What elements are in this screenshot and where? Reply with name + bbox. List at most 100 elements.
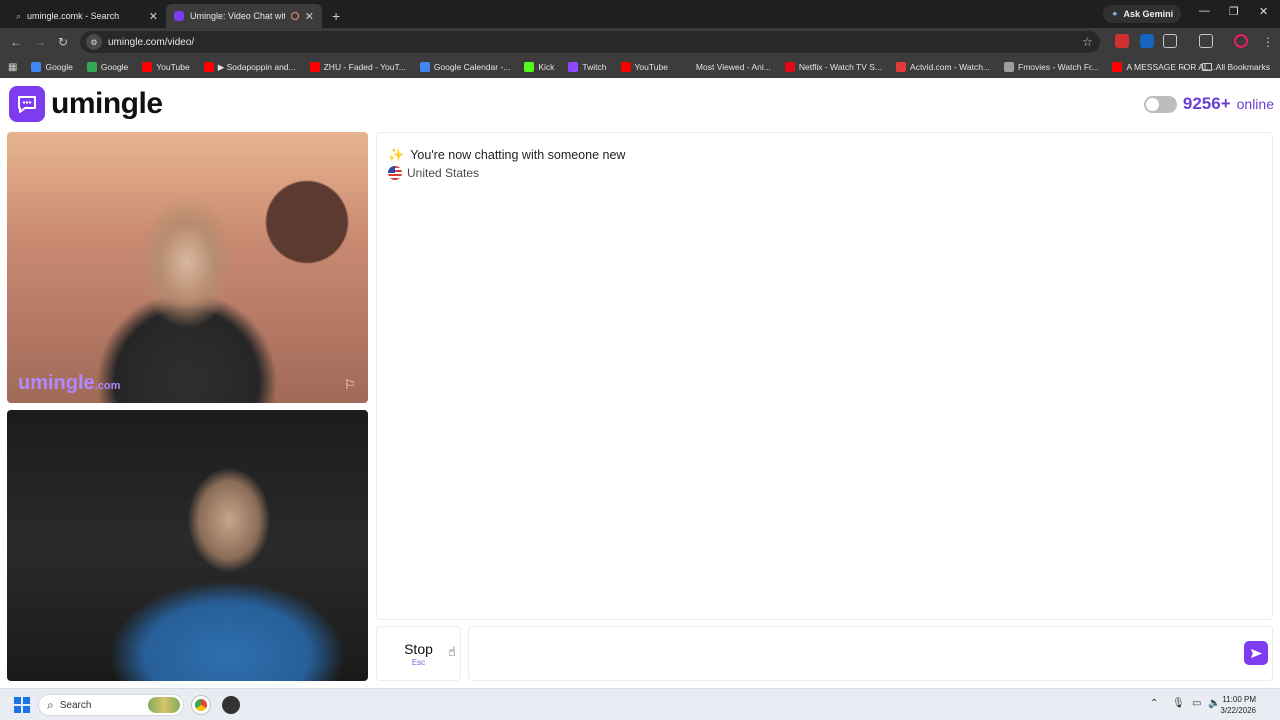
volume-icon[interactable]: 🔈 — [1208, 698, 1220, 709]
tray-chevron-icon[interactable]: ⌃ — [1150, 698, 1158, 709]
bookmark-item[interactable]: YouTube — [620, 62, 668, 72]
site-info-icon[interactable]: ⚙ — [86, 34, 102, 50]
reload-icon[interactable]: ↻ — [58, 35, 68, 49]
search-icon: ⌕ — [16, 10, 22, 21]
site-logo[interactable]: umingle — [9, 86, 163, 122]
bookmarks-overflow-icon[interactable]: » — [1181, 62, 1186, 72]
online-counter: 9256+ online — [1143, 94, 1274, 114]
bookmark-item[interactable]: Google — [31, 62, 73, 72]
send-arrow-icon — [1250, 648, 1262, 658]
bookmark-item[interactable]: Netflix - Watch TV S... — [784, 62, 883, 72]
minimize-icon[interactable]: — — [1199, 5, 1210, 17]
theme-toggle[interactable] — [1143, 95, 1177, 113]
bookmark-label: Fmovies - Watch Fr... — [1018, 62, 1099, 72]
clock-time: 11:00 PM — [1222, 695, 1256, 704]
send-button[interactable] — [1244, 641, 1268, 665]
chrome-taskbar-icon[interactable] — [192, 696, 210, 714]
app-taskbar-icon[interactable] — [222, 696, 240, 714]
stranger-video: umingle.com ⚐ — [7, 132, 368, 403]
youtube-icon — [1112, 62, 1123, 72]
message-input[interactable] — [477, 645, 1237, 659]
apps-grid-icon[interactable]: ▦ — [8, 62, 17, 73]
new-tab-button[interactable]: + — [332, 4, 340, 28]
umingle-favicon-icon — [174, 11, 184, 21]
ask-gemini-label: Ask Gemini — [1123, 9, 1174, 19]
bookmark-item[interactable]: Actvid.com - Watch... — [896, 62, 990, 72]
message-input-box[interactable] — [468, 626, 1273, 681]
google-icon — [31, 62, 42, 72]
windows-taskbar: ⌕ Search ⌃ 🎙 ▭ 🔈 11:00 PM 3/22/2026 — [0, 688, 1280, 720]
all-bookmarks-button[interactable]: All Bookmarks — [1216, 62, 1270, 72]
gemini-sparkle-icon: ✦ — [1111, 8, 1119, 19]
youtube-icon — [309, 62, 320, 72]
actvid-icon — [896, 62, 907, 72]
bookmark-item[interactable]: Fmovies - Watch Fr... — [1004, 62, 1098, 72]
profile-avatar-icon[interactable] — [1234, 34, 1248, 48]
search-highlight-icon — [148, 697, 180, 713]
extension-icon[interactable] — [1140, 34, 1154, 48]
chat-log: ✨ You're now chatting with someone new U… — [376, 132, 1273, 620]
address-bar[interactable]: ⚙ umingle.com/video/ — [80, 31, 1100, 53]
extensions-puzzle-icon[interactable] — [1163, 34, 1177, 48]
globe-icon — [1004, 62, 1015, 72]
taskbar-clock[interactable]: 11:00 PM 3/22/2026 — [1220, 694, 1256, 716]
network-icon[interactable]: ▭ — [1192, 698, 1201, 709]
browser-tab-search[interactable]: ⌕ umingle.comk - Search ✕ — [8, 4, 166, 28]
side-panel-icon[interactable] — [1199, 34, 1213, 48]
bookmark-item[interactable]: Twitch — [568, 62, 607, 72]
bookmark-item[interactable]: ▶ Sodapoppin and... — [203, 61, 296, 73]
taskbar-search-label: Search — [59, 699, 92, 711]
folder-icon — [1201, 63, 1212, 71]
forward-arrow-icon[interactable]: → — [34, 35, 46, 49]
windows-start-icon[interactable] — [14, 697, 30, 713]
bookmark-label: Google — [100, 62, 129, 72]
bookmark-item[interactable]: ZHU - Faded - YouT... — [309, 62, 406, 72]
self-video — [7, 410, 368, 681]
close-tab-icon[interactable]: ✕ — [305, 10, 314, 23]
calendar-icon — [419, 62, 430, 72]
adblock-extension-icon[interactable] — [1115, 34, 1129, 48]
bookmark-item[interactable]: YouTube — [142, 62, 190, 72]
recording-indicator-icon — [290, 12, 299, 20]
bookmark-item[interactable]: Google Calendar -... — [419, 62, 511, 72]
online-count: 9256+ — [1182, 94, 1231, 113]
bookmark-label: Google Calendar -... — [433, 62, 511, 72]
youtube-icon — [142, 62, 153, 72]
menu-kebab-icon[interactable]: ⋮ — [1262, 35, 1274, 49]
url-text: umingle.com/video/ — [108, 36, 195, 48]
page-icon — [681, 62, 692, 72]
youtube-icon — [620, 62, 631, 72]
youtube-icon — [203, 62, 214, 72]
browser-toolbar: ← → ↻ ⚙ umingle.com/video/ ☆ ⋮ — [0, 28, 1280, 56]
system-message: ✨ You're now chatting with someone new — [388, 147, 625, 163]
bookmark-label: Most Viewed - Ani... — [695, 62, 771, 72]
bookmark-label: YouTube — [156, 62, 190, 72]
sparkle-icon: ✨ — [388, 147, 405, 162]
close-tab-icon[interactable]: ✕ — [149, 10, 158, 23]
bookmark-item[interactable]: Kick — [524, 62, 554, 72]
bookmark-item[interactable]: Google — [86, 62, 129, 72]
bookmark-label: ZHU - Faded - YouT... — [323, 62, 406, 72]
bookmark-label: Netflix - Watch TV S... — [798, 62, 883, 72]
report-flag-icon[interactable]: ⚐ — [344, 377, 360, 393]
restore-icon[interactable]: ❐ — [1229, 5, 1239, 18]
bookmark-label: ▶ Sodapoppin and... — [217, 61, 296, 72]
browser-tab-umingle[interactable]: Umingle: Video Chat with S ✕ — [166, 4, 322, 28]
close-window-icon[interactable]: ✕ — [1259, 5, 1268, 18]
bookmarks-bar: ▦ Google Google YouTube ▶ Sodapoppin and...… — [0, 56, 1280, 78]
twitch-icon — [568, 62, 579, 72]
stop-label: Stop — [404, 640, 433, 657]
back-arrow-icon[interactable]: ← — [10, 35, 22, 49]
bookmark-label: Kick — [538, 62, 555, 72]
stranger-country: United States — [388, 166, 479, 180]
microphone-icon[interactable]: 🎙 — [1172, 698, 1185, 709]
search-icon: ⌕ — [47, 697, 54, 712]
umingle-page: umingle 9256+ online umingle.com ⚐ ✨ You… — [0, 78, 1280, 688]
taskbar-search[interactable]: ⌕ Search — [38, 694, 184, 716]
clock-date: 3/22/2026 — [1220, 706, 1256, 715]
system-message-text: You're now chatting with someone new — [410, 148, 626, 162]
ask-gemini-button[interactable]: ✦ Ask Gemini — [1103, 5, 1182, 23]
google-icon — [86, 62, 97, 72]
bookmark-item[interactable]: Most Viewed - Ani... — [681, 62, 771, 72]
bookmark-star-icon[interactable]: ☆ — [1082, 35, 1093, 49]
